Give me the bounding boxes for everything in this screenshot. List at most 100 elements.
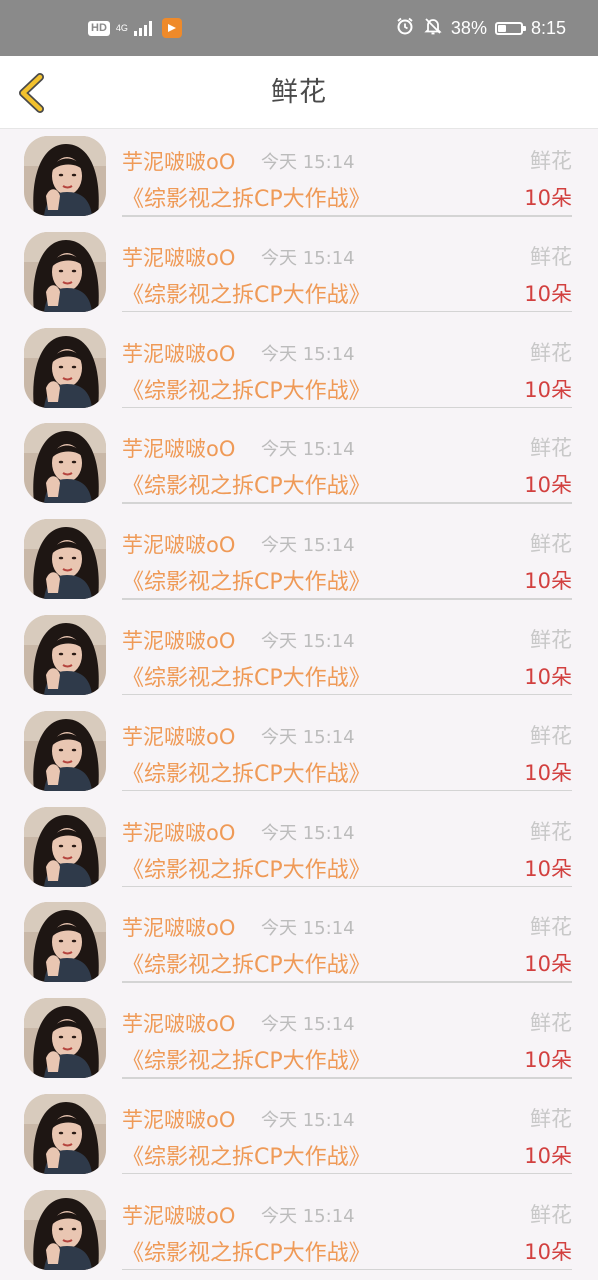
book-title[interactable]: 《综影视之拆CP大作战》 — [122, 947, 371, 979]
list-item[interactable]: 芋泥啵啵oO 今天 15:14 鲜花 《综影视之拆CP大作战》 10朵 — [0, 800, 598, 896]
list-item[interactable]: 芋泥啵啵oO 今天 15:14 鲜花 《综影视之拆CP大作战》 10朵 — [0, 321, 598, 417]
username[interactable]: 芋泥啵啵oO — [122, 721, 235, 751]
list-item[interactable]: 芋泥啵啵oO 今天 15:14 鲜花 《综影视之拆CP大作战》 10朵 — [0, 225, 598, 321]
gift-count: 10朵 — [524, 760, 572, 785]
list-item[interactable]: 芋泥啵啵oO 今天 15:14 鲜花 《综影视之拆CP大作战》 10朵 — [0, 895, 598, 991]
status-left: HD 4G — [88, 18, 182, 38]
avatar[interactable] — [24, 231, 106, 312]
gift-type: 鲜花 — [530, 1202, 572, 1227]
book-title[interactable]: 《综影视之拆CP大作战》 — [122, 756, 371, 788]
gift-count: 10朵 — [524, 1239, 572, 1264]
list-item[interactable]: 芋泥啵啵oO 今天 15:14 鲜花 《综影视之拆CP大作战》 10朵 — [0, 512, 598, 608]
gift-count: 10朵 — [524, 856, 572, 881]
book-title[interactable]: 《综影视之拆CP大作战》 — [122, 181, 371, 213]
avatar[interactable] — [24, 806, 106, 887]
list-item[interactable]: 芋泥啵啵oO 今天 15:14 鲜花 《综影视之拆CP大作战》 10朵 — [0, 129, 598, 225]
gift-count: 10朵 — [524, 952, 572, 977]
divider — [122, 502, 572, 504]
battery-percent: 38% — [450, 17, 487, 38]
book-title[interactable]: 《综影视之拆CP大作战》 — [122, 277, 371, 309]
book-title[interactable]: 《综影视之拆CP大作战》 — [122, 852, 371, 884]
book-title[interactable]: 《综影视之拆CP大作战》 — [122, 468, 371, 500]
list-item[interactable]: 芋泥啵啵oO 今天 15:14 鲜花 《综影视之拆CP大作战》 10朵 — [0, 991, 598, 1087]
gift-type: 鲜花 — [530, 627, 572, 652]
clock: 8:15 — [530, 17, 566, 38]
gift-time: 今天 15:14 — [261, 1014, 355, 1036]
avatar[interactable] — [24, 614, 106, 695]
divider — [122, 693, 572, 696]
gift-time: 今天 15:14 — [261, 1205, 355, 1227]
gift-type: 鲜花 — [530, 1106, 572, 1131]
username[interactable]: 芋泥啵啵oO — [122, 625, 235, 655]
book-title[interactable]: 《综影视之拆CP大作战》 — [122, 660, 371, 692]
alarm-icon — [395, 16, 415, 41]
username[interactable]: 芋泥啵啵oO — [122, 912, 235, 942]
divider — [122, 789, 572, 792]
avatar[interactable] — [24, 710, 106, 791]
divider — [122, 310, 572, 313]
gift-time: 今天 15:14 — [261, 439, 355, 461]
avatar[interactable] — [24, 1093, 106, 1174]
list-item[interactable]: 芋泥啵啵oO 今天 15:14 鲜花 《综影视之拆CP大作战》 10朵 — [0, 1087, 598, 1183]
gift-type: 鲜花 — [530, 244, 572, 269]
page-title: 鲜花 — [271, 77, 327, 108]
gift-count: 10朵 — [524, 281, 572, 306]
gift-time: 今天 15:14 — [261, 918, 355, 940]
avatar[interactable] — [24, 998, 106, 1079]
battery-icon — [494, 21, 526, 35]
username[interactable]: 芋泥啵啵oO — [122, 529, 235, 559]
nav-bar: 鲜花 — [0, 56, 598, 129]
username[interactable]: 芋泥啵啵oO — [122, 1008, 235, 1038]
book-title[interactable]: 《综影视之拆CP大作战》 — [122, 564, 371, 596]
gift-time: 今天 15:14 — [261, 726, 355, 748]
network-type: 4G — [115, 22, 128, 33]
hd-icon: HD — [88, 20, 110, 36]
gift-time: 今天 15:14 — [261, 343, 355, 365]
list-item[interactable]: 芋泥啵啵oO 今天 15:14 鲜花 《综影视之拆CP大作战》 10朵 — [0, 416, 598, 512]
book-title[interactable]: 《综影视之拆CP大作战》 — [122, 1043, 371, 1075]
username[interactable]: 芋泥啵啵oO — [122, 433, 235, 463]
gift-time: 今天 15:14 — [261, 822, 355, 844]
divider — [122, 406, 572, 409]
divider — [122, 981, 572, 983]
divider — [122, 1268, 572, 1271]
divider — [122, 1172, 572, 1175]
divider — [122, 215, 572, 217]
gift-time: 今天 15:14 — [261, 630, 355, 652]
book-title[interactable]: 《综影视之拆CP大作战》 — [122, 1235, 371, 1267]
avatar[interactable] — [24, 423, 106, 504]
gift-count: 10朵 — [524, 377, 572, 402]
username[interactable]: 芋泥啵啵oO — [122, 242, 235, 272]
list-item[interactable]: 芋泥啵啵oO 今天 15:14 鲜花 《综影视之拆CP大作战》 10朵 — [0, 608, 598, 704]
gift-count: 10朵 — [524, 473, 572, 498]
gift-type: 鲜花 — [530, 340, 572, 365]
status-bar: HD 4G 38% 8:15 — [0, 0, 598, 56]
gift-type: 鲜花 — [530, 723, 572, 748]
username[interactable]: 芋泥啵啵oO — [122, 1200, 235, 1230]
avatar[interactable] — [24, 902, 106, 983]
avatar[interactable] — [24, 519, 106, 600]
gift-record-list[interactable]: 芋泥啵啵oO 今天 15:14 鲜花 《综影视之拆CP大作战》 10朵 芋泥啵啵… — [0, 129, 598, 1280]
gift-time: 今天 15:14 — [261, 152, 355, 173]
username[interactable]: 芋泥啵啵oO — [122, 1104, 235, 1134]
book-title[interactable]: 《综影视之拆CP大作战》 — [122, 373, 371, 405]
gift-time: 今天 15:14 — [261, 1109, 355, 1131]
book-title[interactable]: 《综影视之拆CP大作战》 — [122, 1139, 371, 1171]
avatar[interactable] — [24, 327, 106, 408]
list-item[interactable]: 芋泥啵啵oO 今天 15:14 鲜花 《综影视之拆CP大作战》 10朵 — [0, 704, 598, 800]
gift-type: 鲜花 — [530, 149, 572, 173]
gift-type: 鲜花 — [530, 1011, 572, 1036]
gift-time: 今天 15:14 — [261, 247, 355, 269]
gift-count: 10朵 — [524, 664, 572, 689]
username[interactable]: 芋泥啵啵oO — [122, 817, 235, 847]
status-right: 38% 8:15 — [395, 16, 566, 41]
gift-time: 今天 15:14 — [261, 535, 355, 557]
gift-count: 10朵 — [524, 569, 572, 594]
username[interactable]: 芋泥啵啵oO — [122, 338, 235, 368]
avatar[interactable] — [24, 1189, 106, 1270]
avatar[interactable] — [24, 136, 106, 216]
gift-count: 10朵 — [524, 186, 572, 210]
list-item[interactable]: 芋泥啵啵oO 今天 15:14 鲜花 《综影视之拆CP大作战》 10朵 — [0, 1183, 598, 1279]
username[interactable]: 芋泥啵啵oO — [122, 146, 235, 176]
divider — [122, 598, 572, 600]
